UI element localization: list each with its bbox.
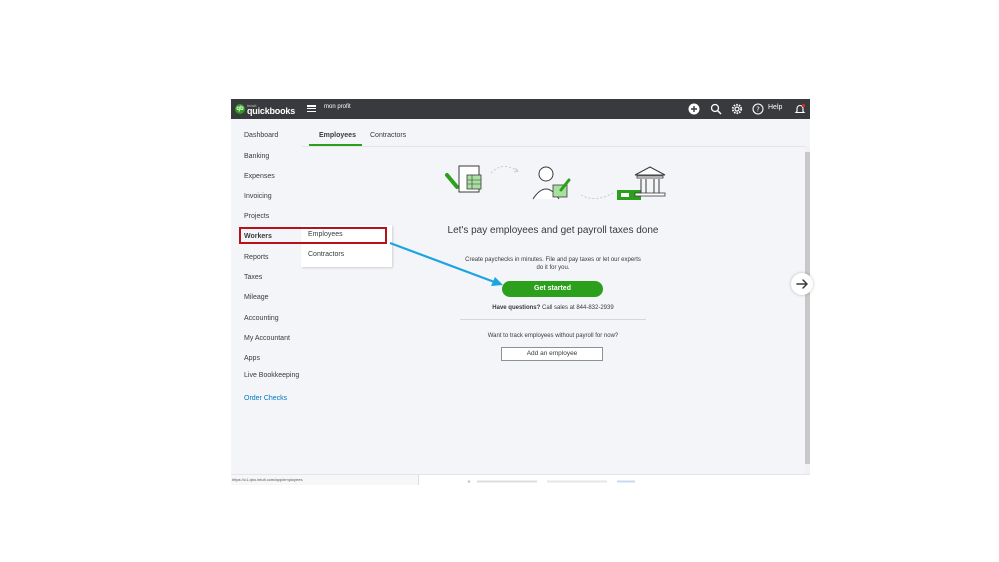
arrow-right-icon	[796, 279, 808, 289]
plus-icon[interactable]	[688, 103, 700, 115]
tab-employees[interactable]: Employees	[319, 132, 356, 139]
sidebar-item-apps[interactable]: Apps	[244, 355, 260, 362]
sidebar-item-order-checks[interactable]: Order Checks	[244, 395, 287, 402]
section-divider	[460, 319, 646, 320]
sidebar-item-banking[interactable]: Banking	[244, 153, 269, 160]
payroll-illustration	[445, 165, 666, 200]
scrollbar-thumb[interactable]	[805, 152, 810, 464]
bell-icon[interactable]	[794, 103, 806, 115]
track-without-payroll-text: Want to track employees without payroll …	[487, 333, 619, 339]
sidebar-item-taxes[interactable]: Taxes	[244, 274, 262, 281]
hamburger-menu-icon[interactable]	[307, 105, 316, 113]
sidebar-item-invoicing[interactable]: Invoicing	[244, 193, 272, 200]
annotation-highlight-box	[239, 227, 387, 244]
page-headline: Let's pay employees and get payroll taxe…	[447, 225, 659, 236]
quickbooks-window: qb intuit quickbooks mon profit ? Help D…	[231, 99, 810, 485]
top-bar: qb intuit quickbooks mon profit ? Help	[231, 99, 810, 119]
sidebar-item-mileage[interactable]: Mileage	[244, 294, 269, 301]
submenu-item-contractors[interactable]: Contractors	[308, 251, 344, 258]
sidebar-item-live-bookkeeping[interactable]: Live Bookkeeping	[244, 372, 300, 380]
sidebar-item-dashboard[interactable]: Dashboard	[244, 132, 278, 139]
sales-phone-text: Call sales at 844-832-2939	[540, 305, 614, 311]
company-name: mon profit	[324, 104, 351, 110]
sidebar-item-my-accountant[interactable]: My Accountant	[244, 335, 290, 342]
sidebar-item-projects[interactable]: Projects	[244, 213, 269, 220]
sidebar-item-reports[interactable]: Reports	[244, 254, 269, 261]
next-arrow-button[interactable]	[791, 273, 813, 295]
get-started-button[interactable]: Get started	[502, 281, 603, 297]
screenshot-stage: qb intuit quickbooks mon profit ? Help D…	[0, 0, 999, 562]
quickbooks-logo[interactable]: qb intuit quickbooks	[235, 103, 295, 116]
questions-bold-label: Have questions?	[492, 305, 541, 311]
left-sidebar: Dashboard Banking Expenses Invoicing Pro…	[231, 119, 302, 485]
page-subtext: Create paychecks in minutes. File and pa…	[465, 257, 641, 271]
svg-text:?: ?	[756, 106, 760, 114]
tab-contractors[interactable]: Contractors	[370, 132, 406, 139]
help-icon[interactable]: ?	[752, 103, 764, 115]
logo-wordmark: quickbooks	[247, 106, 296, 116]
sidebar-item-accounting[interactable]: Accounting	[244, 315, 279, 322]
tab-divider	[302, 146, 810, 147]
gear-icon[interactable]	[731, 103, 743, 115]
add-employee-button[interactable]: Add an employee	[501, 347, 603, 361]
help-label[interactable]: Help	[768, 104, 782, 111]
search-icon[interactable]	[710, 103, 722, 115]
sales-contact: Have questions? Call sales at 844-832-29…	[453, 305, 653, 311]
sidebar-item-expenses[interactable]: Expenses	[244, 173, 275, 180]
qb-logo-icon: qb	[235, 104, 245, 114]
status-bar-url: https://c1.qbo.intuit.com/app/employees	[231, 475, 419, 485]
faint-footer-content	[467, 480, 635, 483]
